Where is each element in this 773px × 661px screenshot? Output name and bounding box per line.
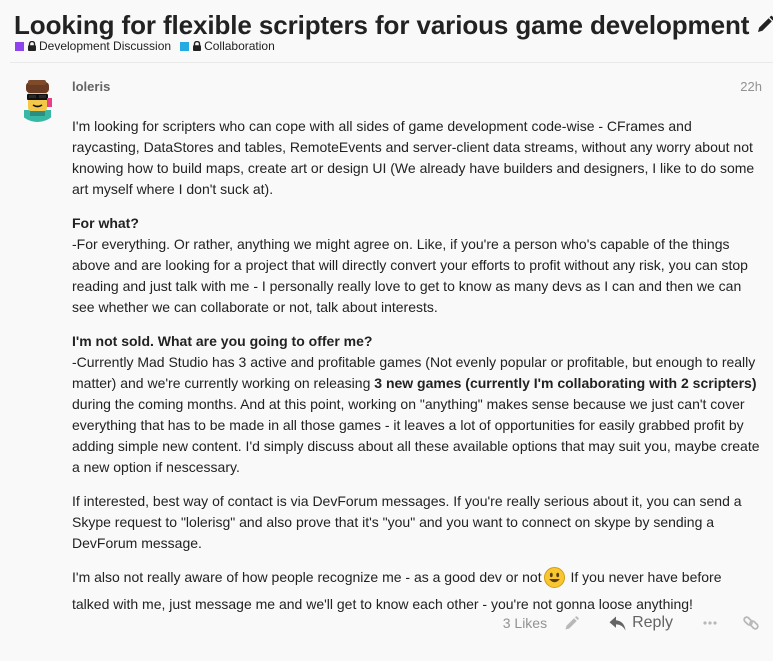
category-badge-collaboration[interactable]: Collaboration: [180, 39, 275, 53]
section-heading: I'm not sold. What are you going to offe…: [72, 333, 373, 349]
category-badges: Development Discussion Collaboration: [15, 39, 284, 53]
category-badge-development-discussion[interactable]: Development Discussion: [15, 39, 171, 53]
avatar[interactable]: [15, 77, 60, 122]
lock-icon: [193, 41, 202, 51]
more-options-icon[interactable]: [703, 621, 717, 625]
post-body: I'm looking for scripters who can cope w…: [72, 116, 762, 628]
post-paragraph: I'm looking for scripters who can cope w…: [72, 118, 755, 197]
share-link-icon[interactable]: [743, 615, 759, 631]
post-paragraph: I'm also not really aware of how people …: [72, 567, 762, 615]
category-color-swatch: [180, 41, 190, 51]
category-name: Collaboration: [204, 39, 275, 53]
reply-label: Reply: [632, 614, 673, 631]
post-paragraph: I'm not sold. What are you going to offe…: [72, 331, 762, 478]
lock-icon: [28, 41, 36, 51]
likes-count[interactable]: 3 Likes: [503, 615, 547, 631]
post-actions: 3 Likes Reply: [503, 611, 759, 635]
smiley-emoji-icon: [543, 567, 565, 594]
post-paragraph: If interested, best way of contact is vi…: [72, 493, 742, 551]
category-name: Development Discussion: [39, 39, 172, 53]
reply-button[interactable]: Reply: [609, 614, 673, 632]
reply-arrow-icon: [609, 616, 626, 631]
topic-title-row: Looking for flexible scripters for vario…: [14, 8, 773, 42]
pencil-icon[interactable]: [755, 15, 773, 35]
pencil-icon[interactable]: [564, 615, 579, 631]
post-date[interactable]: 22h: [740, 79, 762, 94]
paragraph-text: -For everything. Or rather, anything we …: [72, 236, 748, 315]
category-color-swatch: [15, 41, 24, 51]
paragraph-text: during the coming months. And at this po…: [72, 396, 760, 475]
paragraph-text: I'm also not really aware of how people …: [72, 569, 542, 585]
topic-title: Looking for flexible scripters for vario…: [14, 9, 750, 40]
header-divider: [10, 62, 773, 63]
bold-text: 3 new games (currently I'm collaborating…: [374, 375, 757, 391]
section-heading: For what?: [72, 215, 139, 231]
post-paragraph: For what? -For everything. Or rather, an…: [72, 213, 762, 318]
username[interactable]: loleris: [72, 79, 110, 94]
